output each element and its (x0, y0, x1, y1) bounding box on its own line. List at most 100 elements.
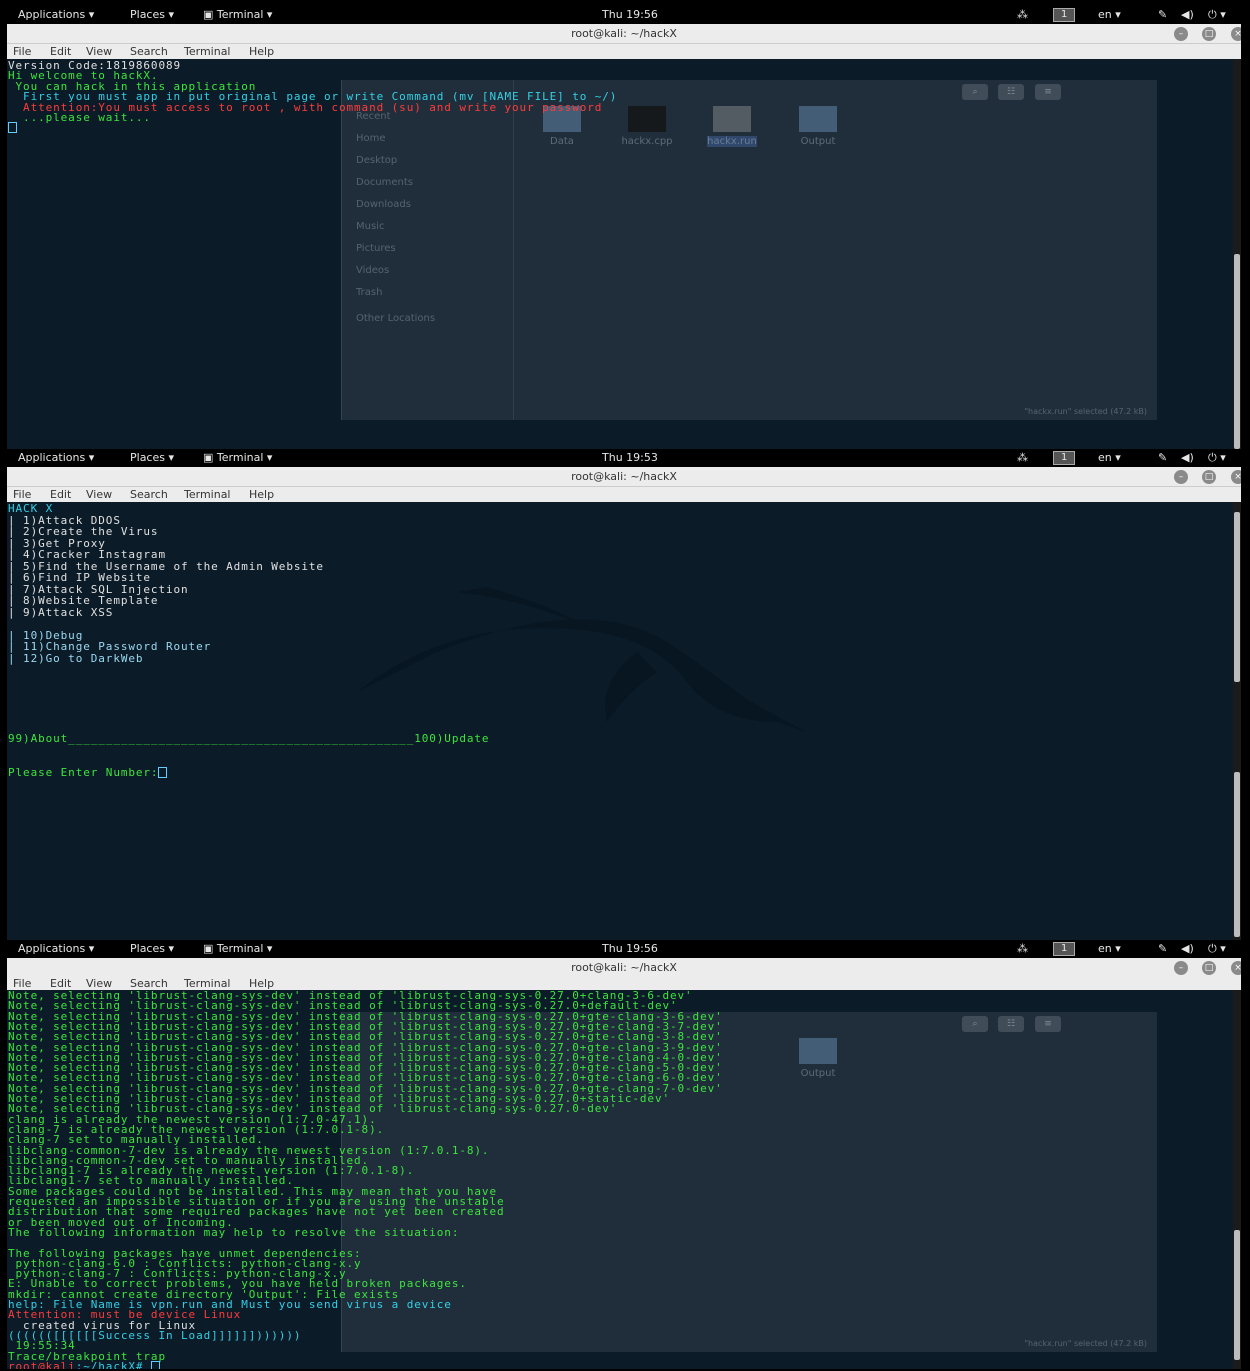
terminal-app-menu[interactable]: ▣ Terminal ▾ (203, 8, 272, 21)
terminal-line: | 4)Cracker Instagram (8, 548, 166, 561)
terminal-output[interactable]: ⌕ ☷ ≡ Output "hackx.run" selected (47.2 … (7, 990, 1233, 1369)
scrollbar[interactable] (1233, 502, 1241, 940)
menu-file[interactable]: File (13, 977, 31, 990)
volume-icon[interactable]: ◀) (1181, 942, 1194, 955)
scrollbar[interactable] (1233, 59, 1241, 449)
terminal-app-menu[interactable]: ▣ Terminal ▾ (203, 942, 272, 955)
power-icon[interactable]: ⏻ ▾ (1208, 8, 1226, 22)
sidebar-item-music: Music (356, 221, 385, 232)
pen-icon[interactable]: ✎ (1158, 942, 1167, 955)
menu-file[interactable]: File (13, 488, 31, 501)
terminal-app-label: Terminal (216, 451, 264, 464)
menu-search[interactable]: Search (130, 45, 168, 58)
applications-menu[interactable]: Applications ▾ (18, 942, 94, 955)
cursor (8, 122, 17, 133)
clock[interactable]: Thu 19:53 (602, 451, 658, 464)
places-menu[interactable]: Places ▾ (130, 942, 174, 955)
terminal-app-label: Terminal (216, 942, 264, 955)
sidebar-item-downloads: Downloads (356, 199, 411, 210)
applications-label: Applications (18, 451, 86, 464)
view-list-icon: ☷ (998, 1016, 1024, 1032)
scrollbar-thumb-lower[interactable] (1234, 772, 1240, 937)
maximize-icon[interactable]: □ (1202, 470, 1216, 484)
language-selector[interactable]: en ▾ (1098, 942, 1121, 955)
window-titlebar[interactable]: root@kali: ~/hackX – □ × (7, 24, 1241, 44)
screenshot-3: Applications ▾ Places ▾ ▣ Terminal ▾ Thu… (7, 940, 1241, 1369)
maximize-icon[interactable]: □ (1202, 961, 1216, 975)
menu-help[interactable]: Help (249, 45, 274, 58)
terminal-output[interactable]: ⌕ ☷ ≡ Recent Home Desktop Documents Down… (7, 59, 1233, 449)
menu-edit[interactable]: Edit (50, 45, 71, 58)
menu-file[interactable]: File (13, 45, 31, 58)
menu-view[interactable]: View (86, 977, 112, 990)
sidebar-item-trash: Trash (356, 287, 383, 298)
places-menu[interactable]: Places ▾ (130, 451, 174, 464)
window-titlebar[interactable]: root@kali: ~/hackX – □ × (7, 958, 1241, 978)
close-icon[interactable]: × (1231, 961, 1241, 975)
clock[interactable]: Thu 19:56 (602, 8, 658, 21)
menu-view[interactable]: View (86, 488, 112, 501)
volume-icon[interactable]: ◀) (1181, 8, 1194, 21)
applications-label: Applications (18, 8, 86, 21)
terminal-menubar: File Edit View Search Terminal Help (7, 44, 1241, 59)
shell-prompt[interactable]: root@kali:~/hackX# (8, 1360, 160, 1369)
power-icon[interactable]: ⏻ ▾ (1208, 942, 1226, 956)
menu-view[interactable]: View (86, 45, 112, 58)
terminal-line: | 7)Attack SQL Injection (8, 582, 189, 596)
file-label: hackx.run (707, 136, 757, 147)
scrollbar-thumb[interactable] (1234, 512, 1240, 682)
menu-icon: ≡ (1035, 1016, 1061, 1032)
sidebar-item-other-locations: Other Locations (356, 313, 436, 324)
menu-help[interactable]: Help (249, 488, 274, 501)
menu-terminal[interactable]: Terminal (184, 45, 231, 58)
network-icon[interactable]: ⁂ (1017, 451, 1028, 464)
minimize-icon[interactable]: – (1174, 470, 1188, 484)
search-icon: ⌕ (962, 84, 988, 100)
terminal-app-menu[interactable]: ▣ Terminal ▾ (203, 451, 272, 464)
file-manager-ghost: ⌕ ☷ ≡ Recent Home Desktop Documents Down… (341, 80, 1157, 420)
terminal-line: HACK X (8, 502, 54, 515)
minimize-icon[interactable]: – (1174, 961, 1188, 975)
cursor-line (8, 122, 17, 133)
pen-icon[interactable]: ✎ (1158, 8, 1167, 21)
number-prompt[interactable]: Please Enter Number: (8, 766, 168, 779)
sidebar-item-videos: Videos (356, 265, 390, 276)
top-panel: Applications ▾ Places ▾ ▣ Terminal ▾ Thu… (7, 6, 1241, 24)
places-label: Places (130, 942, 165, 955)
workspace-indicator[interactable]: 1 (1053, 8, 1076, 22)
menu-terminal[interactable]: Terminal (184, 488, 231, 501)
power-icon[interactable]: ⏻ ▾ (1208, 451, 1226, 465)
scrollbar-thumb[interactable] (1234, 1230, 1240, 1360)
terminal-output[interactable]: HACK X | 1)Attack DDOS | 2)Create the Viru… (7, 502, 1233, 940)
pen-icon[interactable]: ✎ (1158, 451, 1167, 464)
language-selector[interactable]: en ▾ (1098, 451, 1121, 464)
menu-icon: ≡ (1035, 84, 1061, 100)
close-icon[interactable]: × (1231, 27, 1241, 41)
minimize-icon[interactable]: – (1174, 27, 1188, 41)
scrollbar-thumb[interactable] (1234, 254, 1240, 449)
scrollbar[interactable] (1233, 990, 1241, 1369)
places-sidebar: Recent Home Desktop Documents Downloads … (342, 80, 514, 420)
window-titlebar[interactable]: root@kali: ~/hackX – □ × (7, 467, 1241, 487)
menu-search[interactable]: Search (130, 488, 168, 501)
network-icon[interactable]: ⁂ (1017, 8, 1028, 21)
applications-menu[interactable]: Applications ▾ (18, 8, 94, 21)
menu-search[interactable]: Search (130, 977, 168, 990)
volume-icon[interactable]: ◀) (1181, 451, 1194, 464)
menu-help[interactable]: Help (249, 977, 274, 990)
maximize-icon[interactable]: □ (1202, 27, 1216, 41)
workspace-indicator[interactable]: 1 (1053, 942, 1076, 956)
language-selector[interactable]: en ▾ (1098, 8, 1121, 21)
places-menu[interactable]: Places ▾ (130, 8, 174, 21)
menu-terminal[interactable]: Terminal (184, 977, 231, 990)
clock[interactable]: Thu 19:56 (602, 942, 658, 955)
close-icon[interactable]: × (1231, 470, 1241, 484)
prompt-label: Please Enter Number: (8, 766, 159, 779)
places-label: Places (130, 8, 165, 21)
terminal-line: | 12)Go to DarkWeb (8, 651, 144, 665)
menu-edit[interactable]: Edit (50, 977, 71, 990)
workspace-indicator[interactable]: 1 (1053, 451, 1076, 465)
network-icon[interactable]: ⁂ (1017, 942, 1028, 955)
applications-menu[interactable]: Applications ▾ (18, 451, 94, 464)
menu-edit[interactable]: Edit (50, 488, 71, 501)
